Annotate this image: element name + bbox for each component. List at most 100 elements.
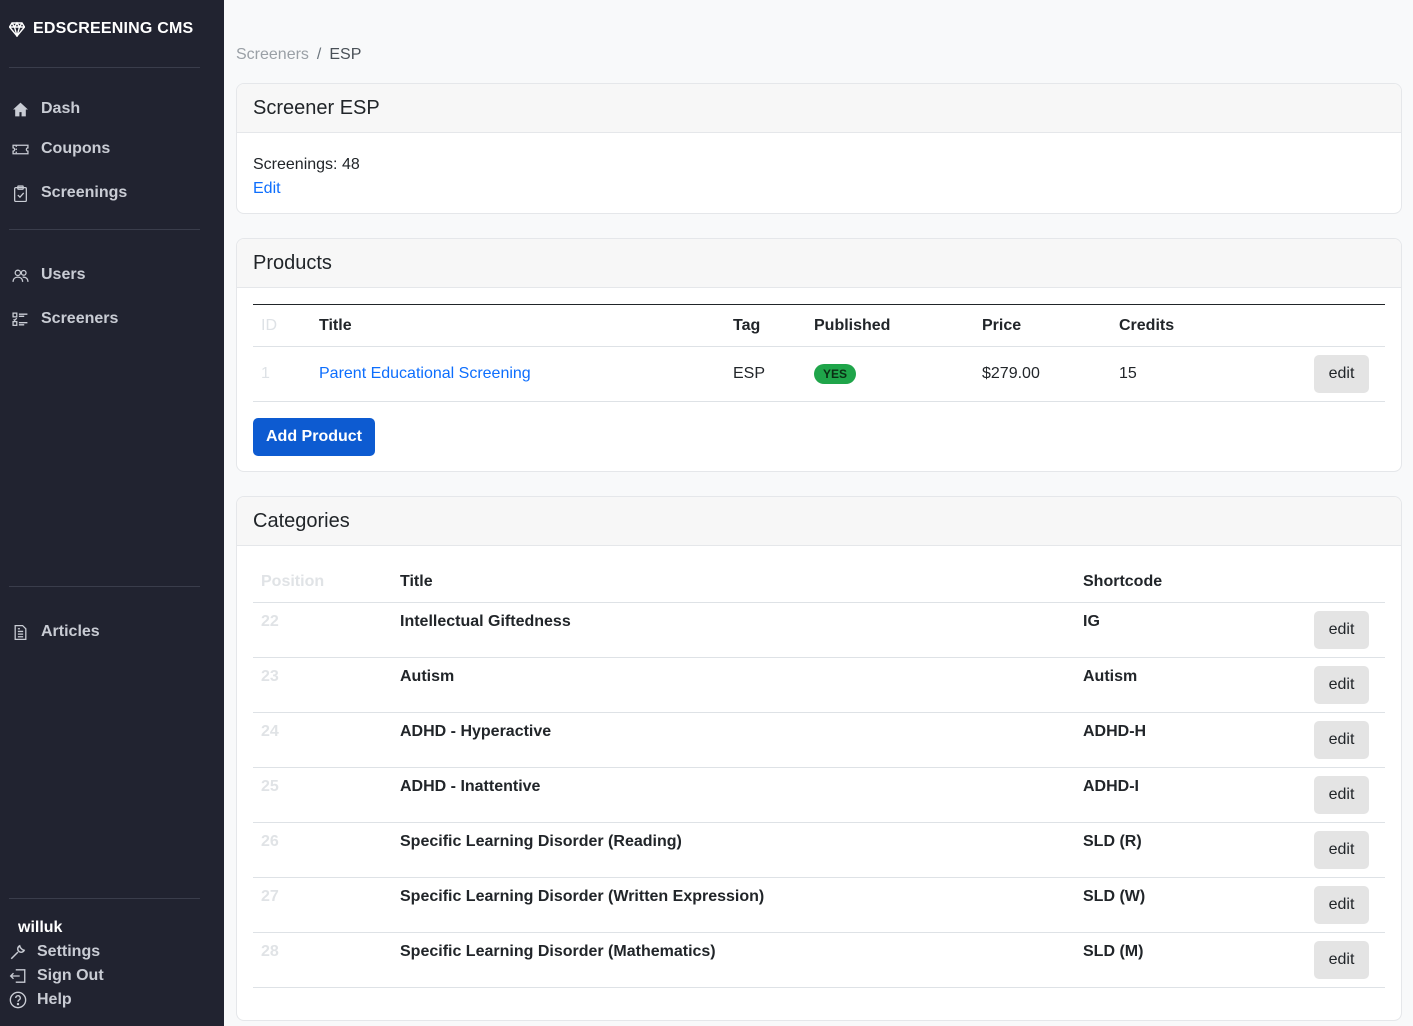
categories-table-header: Position Title Shortcode: [253, 562, 1385, 602]
edit-category-button[interactable]: edit: [1314, 775, 1369, 814]
edit-category-button[interactable]: edit: [1314, 610, 1369, 649]
edit-category-button[interactable]: edit: [1314, 830, 1369, 869]
help-link[interactable]: Help: [9, 991, 72, 1009]
category-shortcode: ADHD-H: [1083, 712, 1313, 768]
category-position: 23: [253, 657, 400, 713]
category-position: 22: [253, 602, 400, 658]
product-title-link[interactable]: Parent Educational Screening: [319, 365, 531, 382]
sidebar-item-label: Dash: [41, 100, 81, 117]
edit-product-button[interactable]: edit: [1314, 355, 1369, 393]
category-shortcode: SLD (M): [1083, 932, 1313, 988]
col-category-title: Title: [400, 572, 433, 590]
product-tag: ESP: [733, 346, 814, 402]
category-position: 24: [253, 712, 400, 768]
sign-out-label: Sign Out: [37, 967, 104, 984]
category-position: 27: [253, 877, 400, 933]
sidebar-item-dash[interactable]: Dash: [12, 100, 80, 118]
product-id: 1: [253, 346, 319, 402]
sidebar: EDSCREENING CMS Dash Coupons Screenings …: [0, 0, 224, 1026]
home-icon: [13, 102, 28, 116]
sidebar-item-screeners[interactable]: Screeners: [12, 310, 118, 328]
sign-out-link[interactable]: Sign Out: [9, 967, 104, 985]
sidebar-item-coupons[interactable]: Coupons: [12, 140, 110, 158]
products-card: Products ID Title Tag Published Price Cr…: [236, 238, 1402, 472]
products-table-header: ID Title Tag Published Price Credits: [253, 304, 1385, 347]
table-row: 28 Specific Learning Disorder (Mathemati…: [253, 932, 1385, 988]
document-icon: [14, 624, 27, 640]
help-icon: [9, 991, 27, 1009]
category-position: 26: [253, 822, 400, 878]
current-user-name: willuk: [18, 919, 63, 936]
category-title: Intellectual Giftedness: [400, 602, 1083, 658]
list-icon: [12, 311, 28, 326]
col-price: Price: [982, 316, 1022, 334]
category-title: Specific Learning Disorder (Reading): [400, 822, 1083, 878]
table-row: 23 Autism Autism edit: [253, 657, 1385, 713]
add-product-button[interactable]: Add Product: [253, 418, 375, 456]
screener-card-header: Screener ESP: [237, 84, 1401, 133]
brand-name: EDSCREENING CMS: [33, 20, 194, 37]
sidebar-item-users[interactable]: Users: [12, 266, 85, 284]
edit-category-button[interactable]: edit: [1314, 885, 1369, 924]
breadcrumb: Screeners / ESP: [236, 46, 361, 64]
users-icon: [12, 269, 29, 282]
table-row: 26 Specific Learning Disorder (Reading) …: [253, 822, 1385, 878]
edit-screener-link[interactable]: Edit: [253, 180, 281, 197]
settings-link[interactable]: Settings: [9, 943, 100, 961]
categories-card: Categories Position Title Shortcode 22 I…: [236, 496, 1402, 1021]
col-published: Published: [814, 316, 891, 334]
category-shortcode: IG: [1083, 602, 1313, 658]
table-row: 1 Parent Educational Screening ESP YES $…: [253, 346, 1385, 402]
sidebar-divider: [9, 67, 200, 68]
col-position: Position: [261, 572, 325, 590]
brand[interactable]: EDSCREENING CMS: [9, 20, 193, 38]
col-title: Title: [319, 316, 352, 334]
col-id: ID: [261, 316, 277, 334]
category-title: ADHD - Hyperactive: [400, 712, 1083, 768]
screener-title: Screener ESP: [253, 96, 380, 119]
edit-category-button[interactable]: edit: [1314, 665, 1369, 704]
sidebar-divider: [9, 898, 200, 899]
screenings-count: Screenings: 48: [253, 156, 360, 173]
sidebar-item-label: Users: [41, 266, 86, 283]
sidebar-divider: [9, 586, 200, 587]
category-shortcode: Autism: [1083, 657, 1313, 713]
sidebar-item-label: Articles: [41, 623, 100, 640]
ticket-icon: [12, 144, 29, 154]
category-shortcode: SLD (R): [1083, 822, 1313, 878]
col-tag: Tag: [733, 316, 761, 334]
sidebar-item-label: Coupons: [41, 140, 111, 157]
product-credits: 15: [1119, 346, 1299, 402]
breadcrumb-current: ESP: [329, 46, 362, 63]
products-card-header: Products: [237, 239, 1401, 288]
settings-label: Settings: [37, 943, 101, 960]
edit-category-button[interactable]: edit: [1314, 720, 1369, 759]
sidebar-item-label: Screeners: [41, 310, 119, 327]
categories-card-header: Categories: [237, 497, 1401, 546]
category-position: 25: [253, 767, 400, 823]
help-label: Help: [37, 991, 72, 1008]
categories-title: Categories: [253, 509, 350, 532]
categories-table: Position Title Shortcode 22 Intellectual…: [253, 562, 1385, 988]
sign-out-icon: [9, 969, 26, 983]
sidebar-divider: [9, 229, 200, 230]
category-shortcode: SLD (W): [1083, 877, 1313, 933]
products-title: Products: [253, 251, 332, 274]
table-row: 27 Specific Learning Disorder (Written E…: [253, 877, 1385, 933]
category-title: Autism: [400, 657, 1083, 713]
sidebar-item-screenings[interactable]: Screenings: [12, 184, 127, 202]
products-table: ID Title Tag Published Price Credits 1 P…: [253, 304, 1385, 402]
clipboard-icon: [14, 184, 27, 202]
edit-category-button[interactable]: edit: [1314, 940, 1369, 979]
category-title: Specific Learning Disorder (Written Expr…: [400, 877, 1083, 933]
table-row: 25 ADHD - Inattentive ADHD-I edit: [253, 767, 1385, 823]
col-credits: Credits: [1119, 316, 1175, 334]
diamond-icon: [9, 21, 25, 37]
sidebar-item-articles[interactable]: Articles: [12, 623, 100, 641]
category-position: 28: [253, 932, 400, 988]
table-row: 22 Intellectual Giftedness IG edit: [253, 602, 1385, 658]
product-price: $279.00: [982, 346, 1119, 402]
breadcrumb-screeners[interactable]: Screeners: [236, 46, 309, 64]
screener-card: Screener ESP Screenings: 48 Edit: [236, 83, 1402, 214]
category-title: ADHD - Inattentive: [400, 767, 1083, 823]
